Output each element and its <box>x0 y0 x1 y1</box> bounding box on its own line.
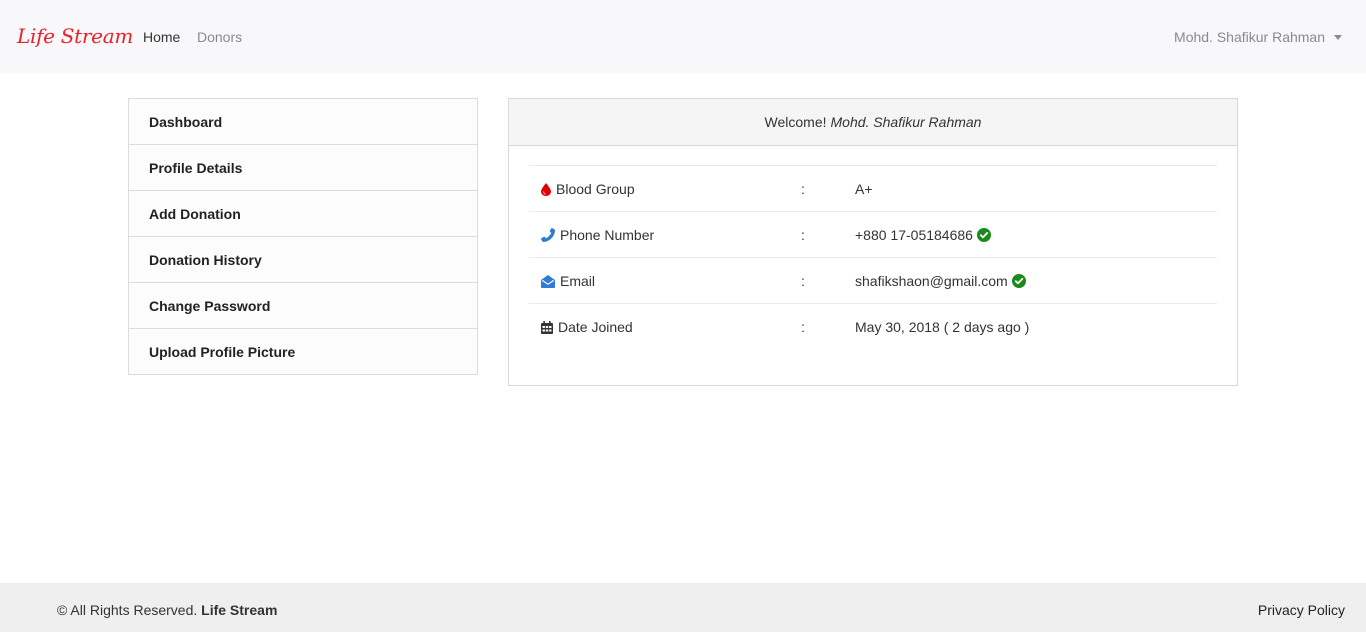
separator: : <box>801 319 805 335</box>
profile-info-table: Blood Group : A+ Phone Number : +880 17-… <box>529 165 1217 350</box>
date-joined-text: May 30, 2018 ( 2 days ago ) <box>855 319 1030 335</box>
user-dropdown-toggle[interactable]: Mohd. Shafikur Rahman <box>1174 29 1342 45</box>
date-joined-label: Date Joined <box>558 319 633 335</box>
phone-icon <box>541 228 555 242</box>
sidebar-item-upload-profile-picture[interactable]: Upload Profile Picture <box>129 329 477 374</box>
sidebar-item-change-password[interactable]: Change Password <box>129 283 477 329</box>
privacy-policy-link[interactable]: Privacy Policy <box>1258 602 1345 618</box>
phone-value: +880 17-05184686 <box>855 212 991 258</box>
envelope-open-icon <box>541 274 555 288</box>
separator: : <box>801 227 805 243</box>
phone-text: +880 17-05184686 <box>855 227 973 243</box>
email-value: shafikshaon@gmail.com <box>855 258 1026 304</box>
copyright-brand: Life Stream <box>201 602 278 618</box>
sidebar-menu: Dashboard Profile Details Add Donation D… <box>128 98 478 375</box>
table-row-email: Email : shafikshaon@gmail.com <box>529 258 1217 304</box>
sidebar-item-profile-details[interactable]: Profile Details <box>129 145 477 191</box>
blood-drop-icon <box>541 182 551 196</box>
email-text: shafikshaon@gmail.com <box>855 273 1008 289</box>
blood-group-value: A+ <box>855 166 873 212</box>
sidebar-item-donation-history[interactable]: Donation History <box>129 237 477 283</box>
welcome-prefix: Welcome! <box>764 114 827 130</box>
nav-link-home[interactable]: Home <box>143 29 180 45</box>
row-label-cell: Blood Group <box>541 166 635 212</box>
verified-check-icon <box>1011 274 1026 288</box>
verified-check-icon <box>976 228 991 242</box>
sidebar-item-dashboard[interactable]: Dashboard <box>129 99 477 145</box>
separator: : <box>801 273 805 289</box>
blood-group-label: Blood Group <box>556 181 635 197</box>
copyright-text: © All Rights Reserved. <box>57 602 198 618</box>
welcome-header: Welcome! Mohd. Shafikur Rahman <box>509 99 1237 146</box>
profile-card: Welcome! Mohd. Shafikur Rahman Blood Gro… <box>508 98 1238 386</box>
table-row-date-joined: Date Joined : May 30, 2018 ( 2 days ago … <box>529 304 1217 350</box>
row-label-cell: Date Joined <box>541 304 633 350</box>
brand-logo[interactable]: Life Stream <box>17 24 133 48</box>
welcome-name: Mohd. Shafikur Rahman <box>830 114 982 130</box>
email-label: Email <box>560 273 596 289</box>
page-footer: © All Rights Reserved. Life Stream Priva… <box>0 583 1366 632</box>
top-navbar: Life Stream Home Donors Mohd. Shafikur R… <box>0 0 1366 73</box>
date-joined-value: May 30, 2018 ( 2 days ago ) <box>855 304 1029 350</box>
sidebar-item-add-donation[interactable]: Add Donation <box>129 191 477 237</box>
table-row-blood-group: Blood Group : A+ <box>529 166 1217 212</box>
phone-label: Phone Number <box>560 227 655 243</box>
caret-down-icon <box>1334 34 1342 40</box>
nav-link-donors[interactable]: Donors <box>197 29 242 45</box>
row-label-cell: Email <box>541 258 595 304</box>
row-label-cell: Phone Number <box>541 212 654 258</box>
table-row-phone: Phone Number : +880 17-05184686 <box>529 212 1217 258</box>
copyright: © All Rights Reserved. Life Stream <box>57 602 277 618</box>
blood-group-text: A+ <box>855 181 873 197</box>
separator: : <box>801 181 805 197</box>
calendar-icon <box>541 320 553 334</box>
user-name: Mohd. Shafikur Rahman <box>1174 29 1325 45</box>
